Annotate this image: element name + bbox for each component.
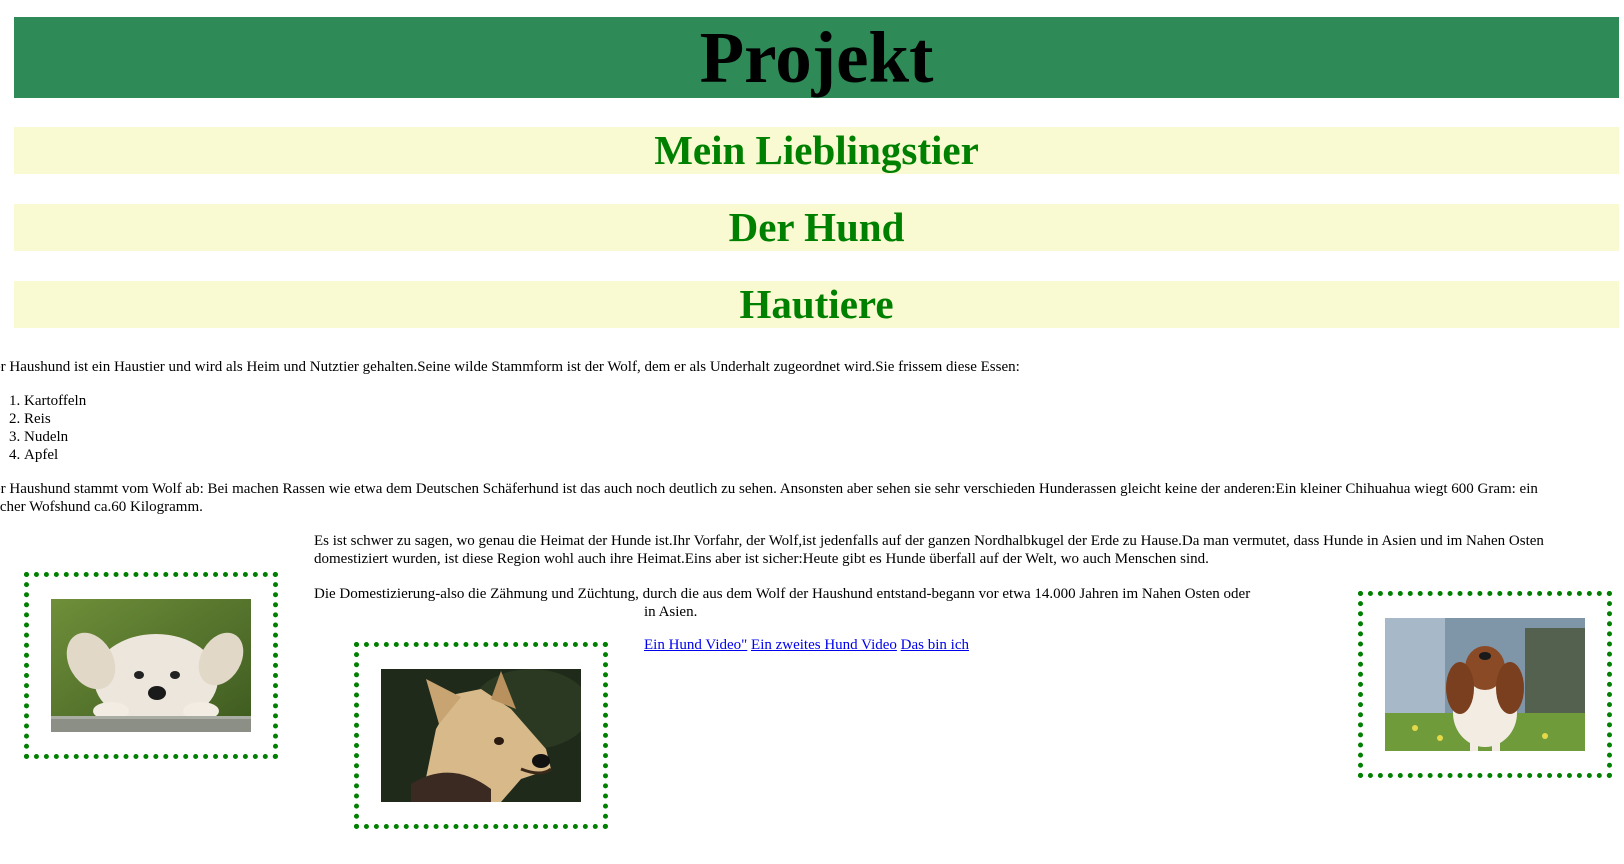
subheader-banner-dog: Der Hund: [14, 204, 1619, 251]
origin-paragraph-line-2: scher Wofshund ca.60 Kilogramm.: [0, 499, 203, 515]
page: Projekt Mein Lieblingstier Der Hund Haut…: [0, 0, 1624, 864]
dog-photo-frame-3: [1358, 591, 1612, 778]
dog-photo-shepherd: [381, 669, 581, 802]
dog-photo-park: [1385, 618, 1585, 751]
dog-photo-white-fence: [51, 599, 251, 732]
subheader-pets: Hautiere: [739, 281, 894, 327]
food-list-item: Apfel: [24, 446, 86, 464]
page-title: Projekt: [699, 17, 934, 98]
subheader-banner-favorite-animal: Mein Lieblingstier: [14, 127, 1619, 174]
domestication-paragraph-line-1: Die Domestizierung-also die Zähmung und …: [314, 586, 1251, 602]
food-list: Kartoffeln Reis Nudeln Apfel: [0, 392, 86, 464]
domestication-paragraph-line-2: in Asien.: [644, 604, 698, 620]
food-list-item: Nudeln: [24, 428, 86, 446]
second-dog-video-link[interactable]: Ein zweites Hund Video: [751, 637, 897, 653]
subheader-dog: Der Hund: [728, 204, 905, 250]
video-links: Ein Hund Video" Ein zweites Hund Video D…: [644, 636, 969, 654]
food-list-item: Kartoffeln: [24, 392, 86, 410]
about-me-link[interactable]: Das bin ich: [901, 637, 969, 653]
title-banner: Projekt: [14, 17, 1619, 98]
food-list-item: Reis: [24, 410, 86, 428]
homeland-paragraph-line-1: Es ist schwer zu sagen, wo genau die Hei…: [314, 533, 1544, 549]
intro-paragraph: er Haushund ist ein Haustier und wird al…: [0, 359, 1020, 375]
subheader-banner-pets: Hautiere: [14, 281, 1619, 328]
dog-photo-frame-1: [24, 572, 278, 759]
homeland-paragraph-line-2: domestiziert wurden, ist diese Region wo…: [314, 551, 1209, 567]
origin-paragraph-line-1: er Haushund stammt vom Wolf ab: Bei mach…: [0, 481, 1538, 497]
subheader-favorite-animal: Mein Lieblingstier: [654, 127, 979, 173]
dog-video-link[interactable]: Ein Hund Video": [644, 637, 747, 653]
dog-photo-frame-2: [354, 642, 608, 829]
